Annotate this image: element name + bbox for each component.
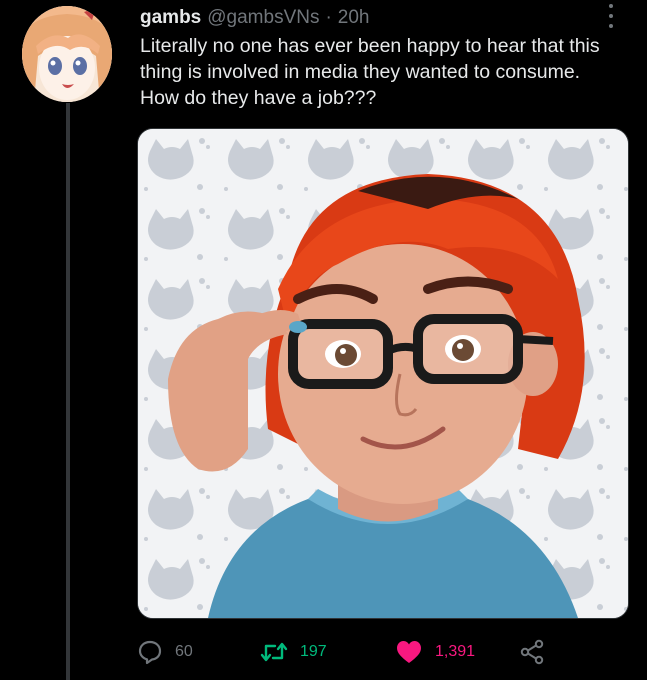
tweet-actions: 60 197 1,391 (137, 634, 637, 670)
illustration-person-red-hair-glasses (138, 129, 628, 618)
retweet-button[interactable]: 197 (260, 634, 327, 670)
thread-line (66, 103, 70, 680)
avatar-anime-girl-image (22, 6, 112, 102)
avatar[interactable] (22, 6, 112, 102)
timestamp[interactable]: 20h (338, 7, 370, 29)
tweet-text: Literally no one has ever been happy to … (140, 35, 600, 109)
display-name[interactable]: gambs (140, 7, 201, 29)
reply-button[interactable]: 60 (137, 634, 193, 670)
separator: · (325, 7, 332, 28)
reply-icon (138, 640, 162, 665)
retweet-count: 197 (300, 643, 327, 660)
like-button[interactable]: 1,391 (395, 634, 475, 670)
tweet-header: gambs @gambsVNs · 20h (140, 6, 610, 30)
heart-icon (397, 641, 421, 663)
tweet-media-image[interactable] (137, 128, 629, 619)
like-count: 1,391 (435, 643, 476, 660)
share-button[interactable] (519, 634, 545, 670)
handle[interactable]: @gambsVNs (207, 7, 319, 29)
share-icon (520, 639, 544, 665)
retweet-icon (260, 642, 288, 662)
reply-count: 60 (175, 643, 193, 660)
more-options-icon[interactable] (605, 4, 617, 28)
tweet[interactable]: gambs @gambsVNs · 20h Literally no one h… (0, 0, 647, 680)
